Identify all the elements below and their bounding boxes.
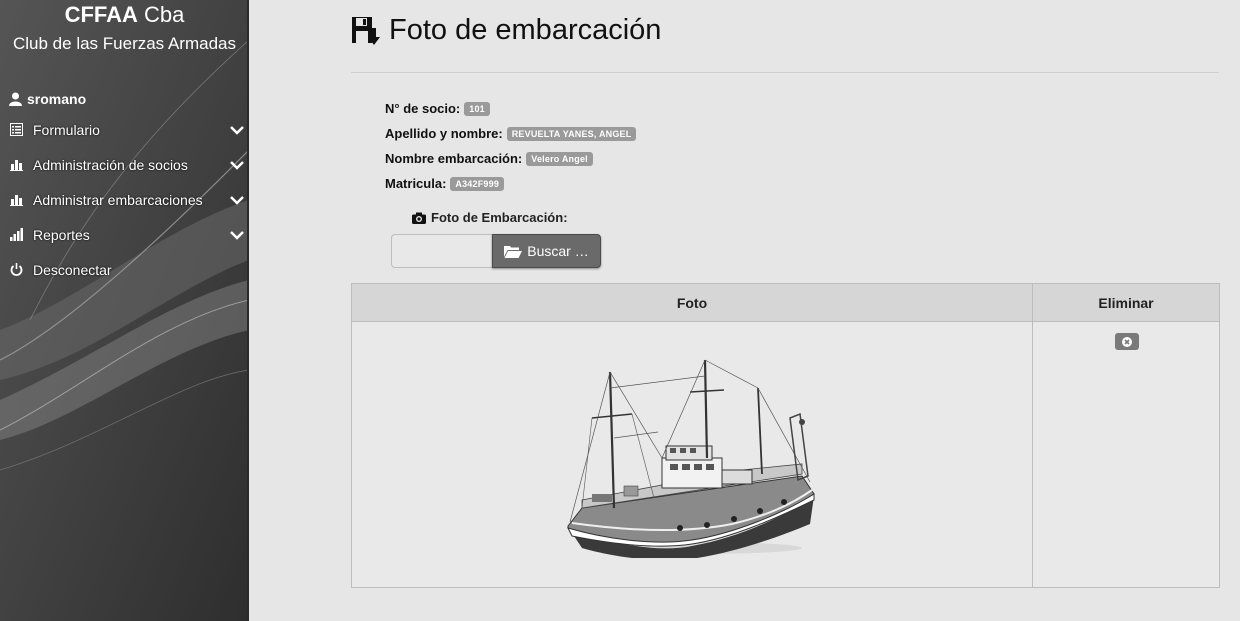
info-row-matricula: Matricula: A342F999 [385, 171, 636, 196]
photo-table: Foto Eliminar [351, 283, 1220, 588]
signal-icon [9, 228, 23, 241]
sidebar-item-formulario[interactable]: Formulario [0, 112, 247, 147]
sidebar-item-label: Desconectar [33, 261, 112, 278]
sidebar-item-label: Formulario [33, 121, 100, 138]
nombre-badge: REVUELTA YANES, ANGEL [506, 126, 637, 141]
sidebar-item-socios[interactable]: Administración de socios [0, 147, 247, 182]
file-path-input[interactable] [391, 234, 493, 268]
brand-title: CFFAA Cba [0, 2, 247, 28]
brand-title-bold: CFFAA [64, 2, 138, 27]
sidebar-item-embarcaciones[interactable]: Administrar embarcaciones [0, 182, 247, 217]
page-header: Foto de embarcación [351, 14, 661, 47]
bar-chart-icon [9, 193, 23, 206]
info-row-socio: N° de socio: 101 [385, 96, 636, 121]
divider [351, 72, 1219, 73]
power-icon [9, 263, 23, 276]
camera-icon [412, 212, 426, 224]
member-info: N° de socio: 101 Apellido y nombre: REVU… [385, 96, 637, 196]
matricula-badge: A342F999 [450, 176, 505, 191]
sidebar-item-reportes[interactable]: Reportes [0, 217, 247, 252]
sidebar-item-label: Reportes [33, 226, 90, 243]
brand: CFFAA Cba Club de las Fuerzas Armadas [0, 0, 247, 54]
sidebar-item-desconectar[interactable]: Desconectar [0, 252, 247, 287]
upload-label: Foto de Embarcación: [412, 210, 568, 225]
table-row [352, 322, 1219, 587]
table-header: Foto Eliminar [352, 284, 1219, 322]
socio-badge: 101 [464, 101, 490, 116]
column-header-eliminar: Eliminar [1098, 294, 1154, 311]
main-content: Foto de embarcación N° de socio: 101 Ape… [251, 0, 1240, 621]
browse-button[interactable]: Buscar … [492, 234, 601, 268]
brand-title-rest: Cba [137, 2, 185, 27]
user-icon [9, 92, 22, 106]
socio-label: N° de socio: [385, 101, 461, 116]
embarcacion-badge: Velero Angel [526, 151, 593, 166]
boat-photo [567, 359, 815, 558]
chevron-down-icon [230, 122, 244, 138]
bar-chart-icon [9, 158, 23, 171]
chevron-down-icon [230, 157, 244, 173]
close-icon [1122, 336, 1132, 347]
delete-cell [1033, 322, 1219, 587]
delete-button[interactable] [1115, 333, 1139, 350]
save-download-icon [351, 16, 381, 46]
matricula-label: Matricula: [385, 176, 447, 191]
sidebar-item-label: Administrar embarcaciones [33, 191, 203, 208]
brand-subtitle: Club de las Fuerzas Armadas [13, 34, 236, 53]
info-row-nombre: Apellido y nombre: REVUELTA YANES, ANGEL [385, 121, 637, 146]
browse-button-label: Buscar … [527, 243, 589, 259]
chevron-down-icon [230, 192, 244, 208]
chevron-down-icon [230, 227, 244, 243]
username: sromano [27, 91, 87, 107]
embarcacion-label: Nombre embarcación: [385, 151, 523, 166]
photo-cell [352, 322, 1033, 587]
sidebar: CFFAA Cba Club de las Fuerzas Armadas sr… [0, 0, 249, 621]
user-row: sromano [0, 86, 247, 112]
page-title: Foto de embarcación [389, 14, 662, 46]
info-row-embarcacion: Nombre embarcación: Velero Angel [385, 146, 636, 171]
list-icon [9, 123, 23, 136]
sidebar-item-label: Administración de socios [33, 156, 188, 173]
nombre-label: Apellido y nombre: [385, 126, 503, 141]
folder-open-icon [504, 245, 523, 258]
upload-label-text: Foto de Embarcación: [431, 210, 568, 225]
sidebar-nav: sromano Formulario Administración de soc… [0, 86, 247, 287]
column-header-foto: Foto [352, 284, 1033, 321]
